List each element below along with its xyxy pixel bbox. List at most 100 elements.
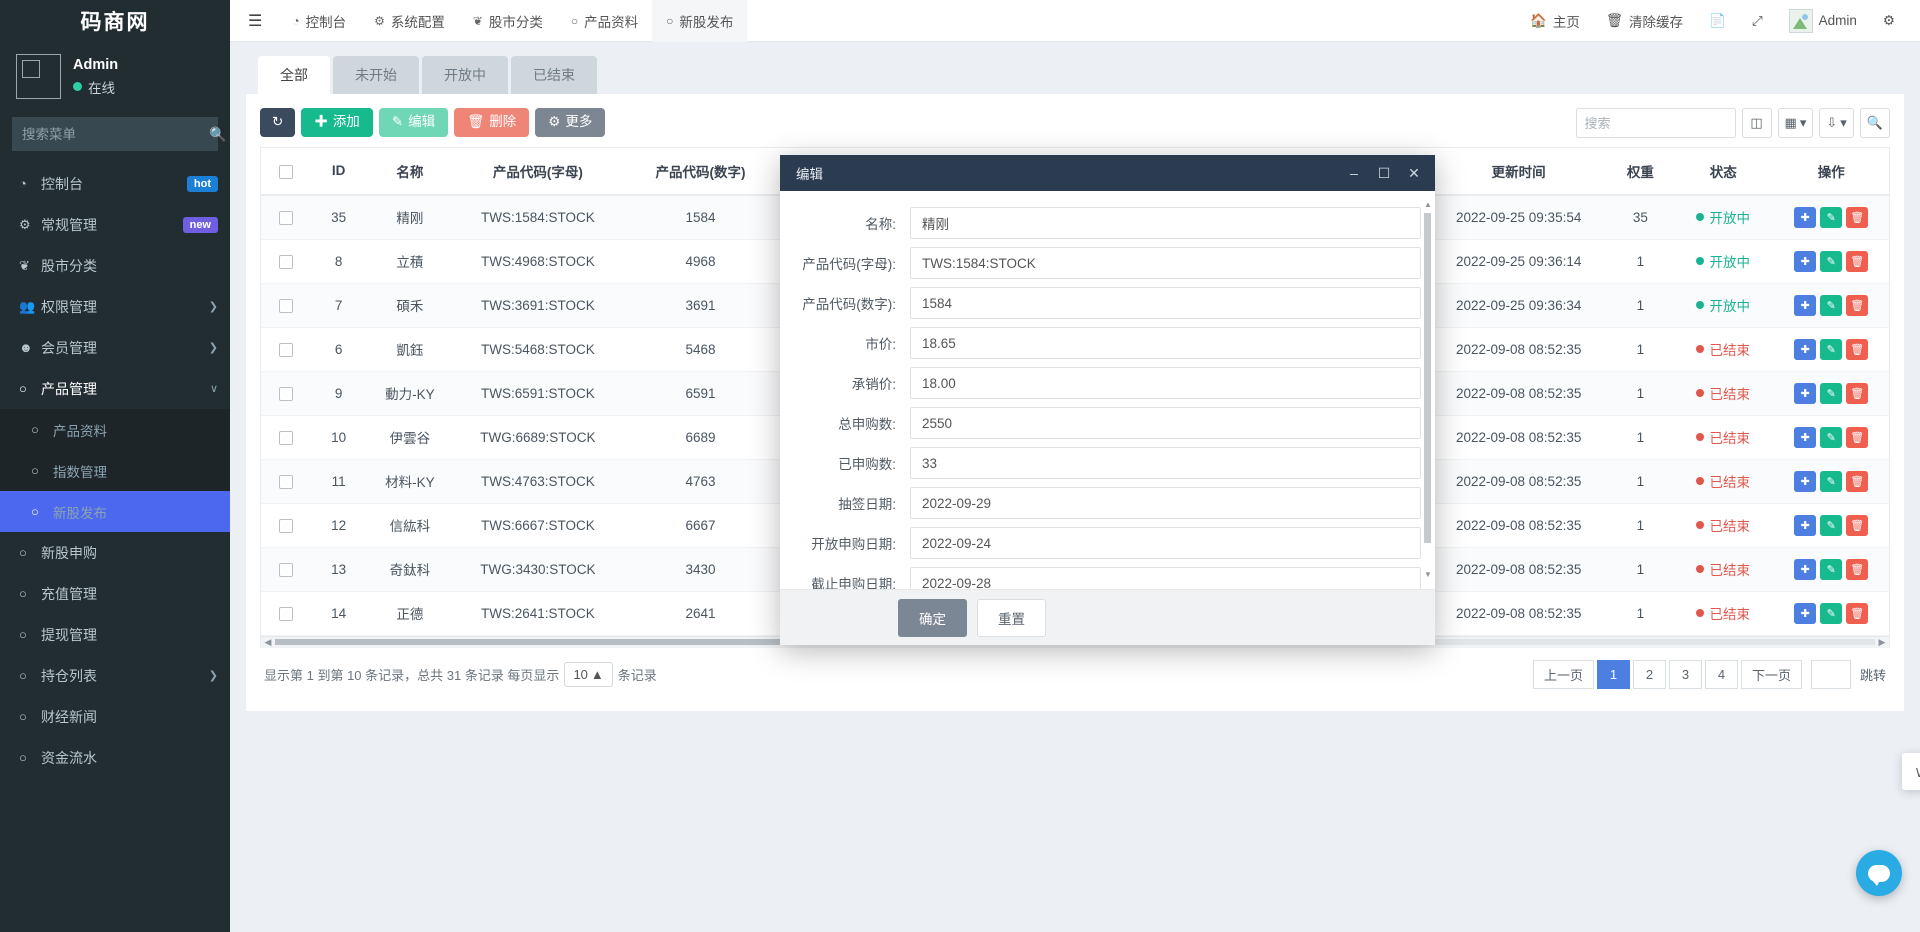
- row-checkbox[interactable]: [279, 211, 293, 225]
- row-delete-button[interactable]: 🗑: [1846, 559, 1868, 580]
- select-all-checkbox[interactable]: [279, 165, 293, 179]
- col-code-alpha[interactable]: 产品代码(字母): [454, 148, 622, 195]
- form-input[interactable]: [910, 407, 1421, 439]
- page-1[interactable]: 1: [1597, 660, 1630, 689]
- row-edit-button[interactable]: ✎: [1820, 383, 1842, 404]
- maximize-icon[interactable]: ☐: [1369, 158, 1399, 188]
- row-delete-button[interactable]: 🗑: [1846, 515, 1868, 536]
- row-edit-button[interactable]: ✎: [1820, 603, 1842, 624]
- page-jump-button[interactable]: 跳转: [1860, 665, 1886, 684]
- page-4[interactable]: 4: [1705, 660, 1738, 689]
- search-submit-button[interactable]: 🔍: [1860, 108, 1890, 138]
- row-add-button[interactable]: ✚: [1794, 427, 1816, 448]
- modal-scrollbar[interactable]: ▲ ▼: [1424, 201, 1431, 579]
- tab-dashboard[interactable]: ◔ 控制台: [278, 0, 360, 42]
- sidebar-item-members[interactable]: ☻ 会员管理 ❯: [0, 327, 230, 368]
- row-checkbox[interactable]: [279, 431, 293, 445]
- form-input[interactable]: [910, 247, 1421, 279]
- sidebar-item-withdraw[interactable]: ○ 提现管理: [0, 614, 230, 655]
- user-menu[interactable]: Admin: [1776, 0, 1870, 42]
- tab-system-config[interactable]: ⚙ 系统配置: [360, 0, 459, 42]
- tab-product-data[interactable]: ○ 产品资料: [557, 0, 652, 42]
- row-edit-button[interactable]: ✎: [1820, 295, 1842, 316]
- scroll-right-icon[interactable]: ▶: [1875, 637, 1889, 648]
- minimize-icon[interactable]: –: [1339, 158, 1369, 188]
- row-edit-button[interactable]: ✎: [1820, 427, 1842, 448]
- row-delete-button[interactable]: 🗑: [1846, 339, 1868, 360]
- sidebar-item-index-management[interactable]: ○ 指数管理: [0, 450, 230, 491]
- tab-finished[interactable]: 已结束: [511, 56, 597, 94]
- form-input[interactable]: [910, 567, 1421, 589]
- row-checkbox[interactable]: [279, 387, 293, 401]
- search-input[interactable]: [1576, 108, 1736, 138]
- fullscreen-button[interactable]: ⤢: [1739, 0, 1776, 42]
- page-2[interactable]: 2: [1633, 660, 1666, 689]
- row-checkbox[interactable]: [279, 255, 293, 269]
- tab-new-stock-release[interactable]: ○ 新股发布: [652, 0, 747, 42]
- scroll-up-icon[interactable]: ▲: [1424, 201, 1431, 209]
- col-id[interactable]: ID: [311, 148, 366, 195]
- page-jump-input[interactable]: [1811, 660, 1851, 689]
- row-add-button[interactable]: ✚: [1794, 515, 1816, 536]
- form-input[interactable]: [910, 327, 1421, 359]
- export-button[interactable]: ⇩▾: [1819, 108, 1853, 138]
- sidebar-item-recharge[interactable]: ○ 充值管理: [0, 573, 230, 614]
- scroll-left-icon[interactable]: ◀: [261, 637, 275, 648]
- sidebar-item-permissions[interactable]: 👥 权限管理 ❯: [0, 286, 230, 327]
- form-input[interactable]: [910, 207, 1421, 239]
- sidebar-search[interactable]: 🔍: [12, 117, 218, 151]
- add-button[interactable]: ✚添加: [301, 108, 373, 137]
- edit-button[interactable]: ✎编辑: [379, 108, 448, 137]
- col-updated[interactable]: 更新时间: [1430, 148, 1608, 195]
- col-name[interactable]: 名称: [366, 148, 454, 195]
- row-add-button[interactable]: ✚: [1794, 251, 1816, 272]
- sidebar-item-product-management[interactable]: ○ 产品管理 ∨: [0, 368, 230, 409]
- search-icon[interactable]: 🔍: [209, 127, 230, 141]
- row-checkbox[interactable]: [279, 343, 293, 357]
- delete-button[interactable]: 🗑删除: [454, 108, 529, 137]
- copy-button[interactable]: 📄: [1696, 0, 1739, 42]
- tab-market-category[interactable]: ❦ 股市分类: [459, 0, 557, 42]
- row-edit-button[interactable]: ✎: [1820, 559, 1842, 580]
- row-edit-button[interactable]: ✎: [1820, 471, 1842, 492]
- row-edit-button[interactable]: ✎: [1820, 207, 1842, 228]
- sidebar-item-finance-news[interactable]: ○ 财经新闻: [0, 696, 230, 737]
- row-delete-button[interactable]: 🗑: [1846, 251, 1868, 272]
- row-delete-button[interactable]: 🗑: [1846, 427, 1868, 448]
- row-delete-button[interactable]: 🗑: [1846, 603, 1868, 624]
- clear-cache-button[interactable]: 🗑 清除缓存: [1593, 0, 1696, 42]
- row-checkbox[interactable]: [279, 563, 293, 577]
- sidebar-item-fund-flow[interactable]: ○ 资金流水: [0, 737, 230, 778]
- row-add-button[interactable]: ✚: [1794, 295, 1816, 316]
- hamburger-icon[interactable]: ☰: [230, 11, 278, 31]
- page-prev[interactable]: 上一页: [1533, 660, 1594, 689]
- tab-not-started[interactable]: 未开始: [333, 56, 419, 94]
- row-checkbox[interactable]: [279, 519, 293, 533]
- close-icon[interactable]: ✕: [1399, 158, 1429, 188]
- scroll-down-icon[interactable]: ▼: [1424, 570, 1431, 579]
- col-weight[interactable]: 权重: [1608, 148, 1673, 195]
- row-checkbox[interactable]: [279, 607, 293, 621]
- row-delete-button[interactable]: 🗑: [1846, 383, 1868, 404]
- row-edit-button[interactable]: ✎: [1820, 339, 1842, 360]
- modal-scroll-thumb[interactable]: [1424, 213, 1431, 543]
- row-add-button[interactable]: ✚: [1794, 603, 1816, 624]
- form-input[interactable]: [910, 367, 1421, 399]
- row-delete-button[interactable]: 🗑: [1846, 295, 1868, 316]
- row-edit-button[interactable]: ✎: [1820, 515, 1842, 536]
- row-add-button[interactable]: ✚: [1794, 383, 1816, 404]
- page-next[interactable]: 下一页: [1741, 660, 1802, 689]
- sidebar-item-product-data[interactable]: ○ 产品资料: [0, 409, 230, 450]
- row-edit-button[interactable]: ✎: [1820, 251, 1842, 272]
- home-button[interactable]: 🏠 主页: [1517, 0, 1593, 42]
- page-size-selector[interactable]: 10 ▲: [564, 662, 612, 687]
- chat-bubble-icon[interactable]: [1856, 850, 1902, 896]
- sidebar-item-market-category[interactable]: ❦ 股市分类: [0, 245, 230, 286]
- page-3[interactable]: 3: [1669, 660, 1702, 689]
- sidebar-item-positions[interactable]: ○ 持仓列表 ❯: [0, 655, 230, 696]
- form-input[interactable]: [910, 287, 1421, 319]
- row-add-button[interactable]: ✚: [1794, 207, 1816, 228]
- confirm-button[interactable]: 确定: [898, 599, 967, 637]
- search-menu-input[interactable]: [12, 127, 209, 142]
- more-button[interactable]: ⚙更多: [535, 108, 605, 137]
